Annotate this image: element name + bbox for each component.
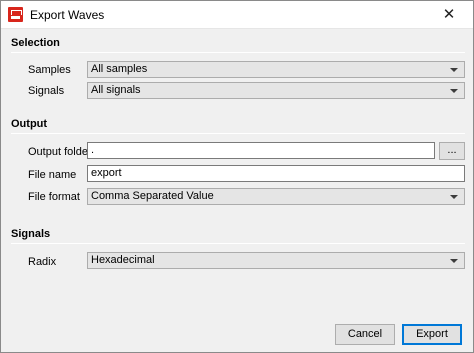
chevron-down-icon (450, 259, 458, 263)
output-folder-input[interactable]: . (87, 142, 435, 159)
samples-value: All samples (91, 63, 148, 75)
signals-combo[interactable]: All signals (87, 82, 465, 99)
radix-value: Hexadecimal (91, 254, 155, 266)
chevron-down-icon (450, 89, 458, 93)
section-title-output: Output (11, 118, 48, 130)
radix-label: Radix (28, 256, 57, 268)
section-divider (11, 133, 465, 134)
file-format-value: Comma Separated Value (91, 190, 214, 202)
signals-label: Signals (28, 85, 65, 97)
samples-combo[interactable]: All samples (87, 61, 465, 78)
output-folder-label: Output folder (28, 146, 92, 158)
window-title: Export Waves (30, 8, 105, 22)
section-divider (11, 243, 465, 244)
file-name-input[interactable]: export (87, 165, 465, 182)
export-waves-dialog: Export Waves ✕ Selection Samples All sam… (0, 0, 474, 353)
signals-value: All signals (91, 84, 141, 96)
app-logo-icon (8, 7, 23, 22)
chevron-down-icon (450, 195, 458, 199)
cancel-button[interactable]: Cancel (335, 324, 395, 345)
samples-label: Samples (28, 64, 71, 76)
file-name-label: File name (28, 169, 77, 181)
chevron-down-icon (450, 68, 458, 72)
close-button[interactable]: ✕ (425, 1, 473, 29)
section-title-selection: Selection (11, 37, 60, 49)
section-title-signals: Signals (11, 228, 51, 240)
title-bar: Export Waves ✕ (1, 1, 473, 29)
file-format-label: File format (28, 191, 80, 203)
file-format-combo[interactable]: Comma Separated Value (87, 188, 465, 205)
browse-folder-button[interactable]: ... (439, 142, 465, 160)
section-divider (11, 52, 465, 53)
export-button[interactable]: Export (402, 324, 462, 345)
radix-combo[interactable]: Hexadecimal (87, 252, 465, 269)
